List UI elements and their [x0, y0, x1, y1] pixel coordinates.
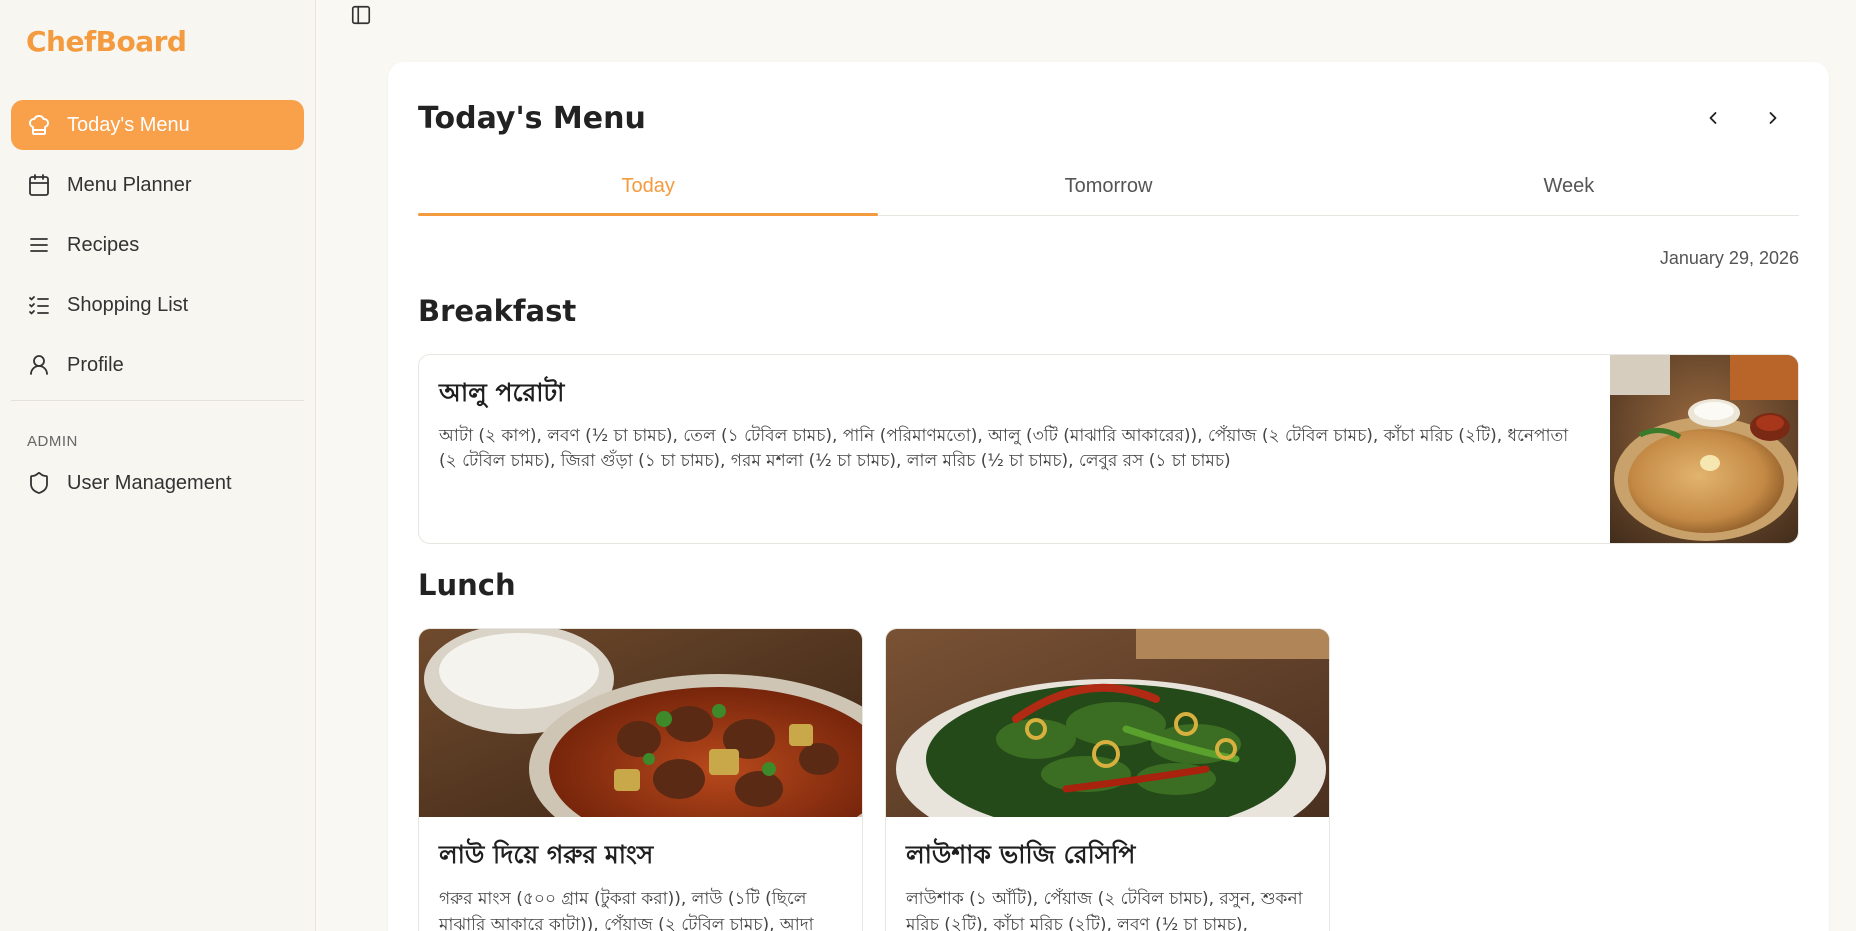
sidebar-item-todays-menu[interactable]: Today's Menu	[11, 100, 304, 150]
list-icon	[27, 233, 51, 257]
dish-title: আলু পরোটা	[439, 378, 565, 407]
sidebar-nav: Today's Menu Menu Planner Recipes Shoppi…	[11, 100, 304, 508]
tab-week[interactable]: Week	[1339, 166, 1799, 215]
sidebar-item-recipes[interactable]: Recipes	[11, 220, 304, 270]
sidebar-item-profile[interactable]: Profile	[11, 340, 304, 390]
tab-today[interactable]: Today	[418, 166, 879, 216]
dish-image	[419, 629, 862, 817]
sidebar-item-shopping-list[interactable]: Shopping List	[11, 280, 304, 330]
shield-icon	[27, 471, 51, 495]
chevron-left-icon	[1709, 112, 1717, 124]
card-header: Today's Menu	[418, 62, 1799, 166]
dish-image	[886, 629, 1329, 817]
sidebar-item-menu-planner[interactable]: Menu Planner	[11, 160, 304, 210]
dish-ingredients: গরুর মাংস (৫০০ গ্রাম (টুকরা করা)), লাউ (…	[439, 889, 814, 931]
previous-button[interactable]	[1697, 102, 1729, 134]
lunch-dish-list: লাউ দিয়ে গরুর মাংস গরুর মাংস (৫০০ গ্রাম…	[418, 628, 1799, 931]
panel-left-icon	[351, 5, 371, 25]
dish-text: আলু পরোটা আটা (২ কাপ), লবণ (½ চা চামচ), …	[419, 355, 1610, 543]
app-root: ChefBoard Today's Menu Menu Planner Reci…	[0, 0, 1856, 931]
admin-section-label: ADMIN	[27, 433, 78, 450]
sidebar-divider	[11, 400, 304, 401]
current-date: January 29, 2026	[1659, 248, 1799, 268]
dish-ingredients: লাউশাক (১ আঁটি), পেঁয়াজ (২ টেবিল চামচ),…	[906, 889, 1303, 931]
breakfast-heading: Breakfast	[418, 294, 577, 328]
calendar-icon	[27, 173, 51, 197]
dish-title: লাউশাক ভাজি রেসিপি	[906, 840, 1136, 869]
tab-tomorrow[interactable]: Tomorrow	[878, 166, 1338, 215]
main-area: Today's Menu Today Tomorrow Week January…	[316, 0, 1856, 931]
sidebar-item-label: Today's Menu	[67, 113, 190, 136]
dish-title: লাউ দিয়ে গরুর মাংস	[439, 840, 654, 869]
day-tabs: Today Tomorrow Week	[418, 166, 1799, 216]
sidebar-item-label: Recipes	[67, 233, 140, 256]
checklist-icon	[27, 293, 51, 317]
sidebar-item-label: User Management	[67, 471, 232, 494]
date-navigation	[1697, 102, 1789, 134]
sidebar-item-label: Menu Planner	[67, 173, 192, 196]
sidebar-item-user-management[interactable]: User Management	[11, 458, 304, 508]
chef-hat-icon	[27, 113, 51, 137]
sidebar-toggle-button[interactable]	[350, 4, 372, 26]
lunch-heading: Lunch	[418, 568, 516, 602]
menu-card: Today's Menu Today Tomorrow Week January…	[388, 62, 1829, 931]
dish-text: লাউ দিয়ে গরুর মাংস গরুর মাংস (৫০০ গ্রাম…	[419, 817, 862, 931]
next-button[interactable]	[1757, 102, 1789, 134]
sidebar-item-label: Shopping List	[67, 293, 189, 316]
sidebar-item-label: Profile	[67, 353, 124, 376]
breakfast-dish-card[interactable]: আলু পরোটা আটা (২ কাপ), লবণ (½ চা চামচ), …	[418, 354, 1799, 544]
dish-text: লাউশাক ভাজি রেসিপি লাউশাক (১ আঁটি), পেঁয…	[886, 817, 1329, 931]
dish-ingredients: আটা (২ কাপ), লবণ (½ চা চামচ), তেল (১ টেব…	[439, 426, 1569, 471]
user-icon	[27, 353, 51, 377]
lunch-dish-card[interactable]: লাউ দিয়ে গরুর মাংস গরুর মাংস (৫০০ গ্রাম…	[418, 628, 863, 931]
page-title: Today's Menu	[418, 100, 646, 136]
brand-logo[interactable]: ChefBoard	[11, 22, 304, 62]
sidebar: ChefBoard Today's Menu Menu Planner Reci…	[0, 0, 316, 931]
chevron-right-icon	[1769, 112, 1777, 124]
dish-image	[1610, 355, 1798, 543]
lunch-dish-card[interactable]: লাউশাক ভাজি রেসিপি লাউশাক (১ আঁটি), পেঁয…	[885, 628, 1330, 931]
